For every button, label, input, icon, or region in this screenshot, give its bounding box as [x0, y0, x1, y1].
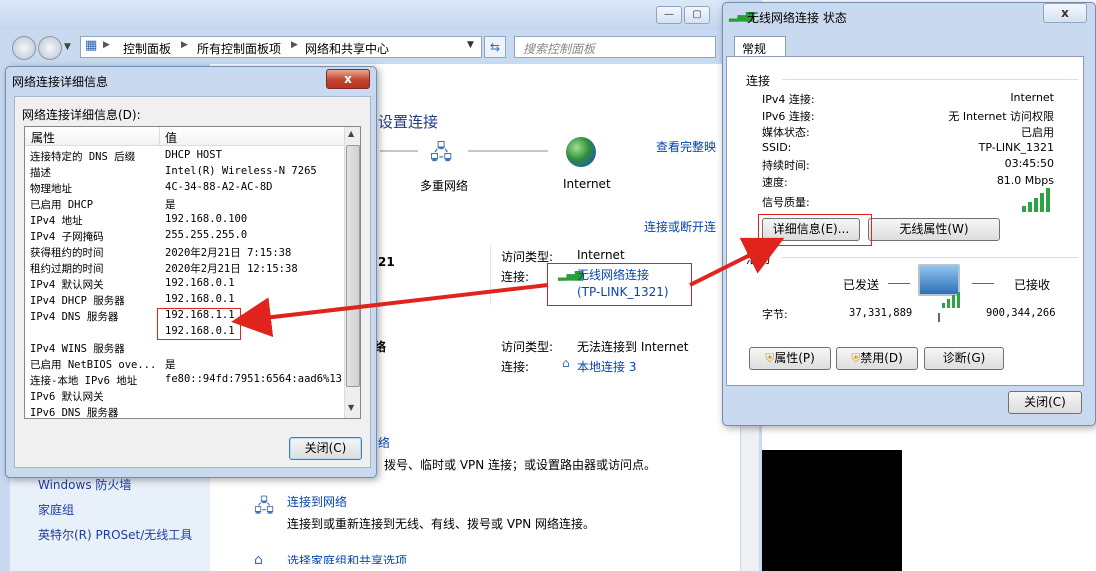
arrow-to-details-button [689, 237, 785, 287]
arrow-to-dns [231, 283, 549, 338]
annotation-arrows [231, 237, 785, 338]
